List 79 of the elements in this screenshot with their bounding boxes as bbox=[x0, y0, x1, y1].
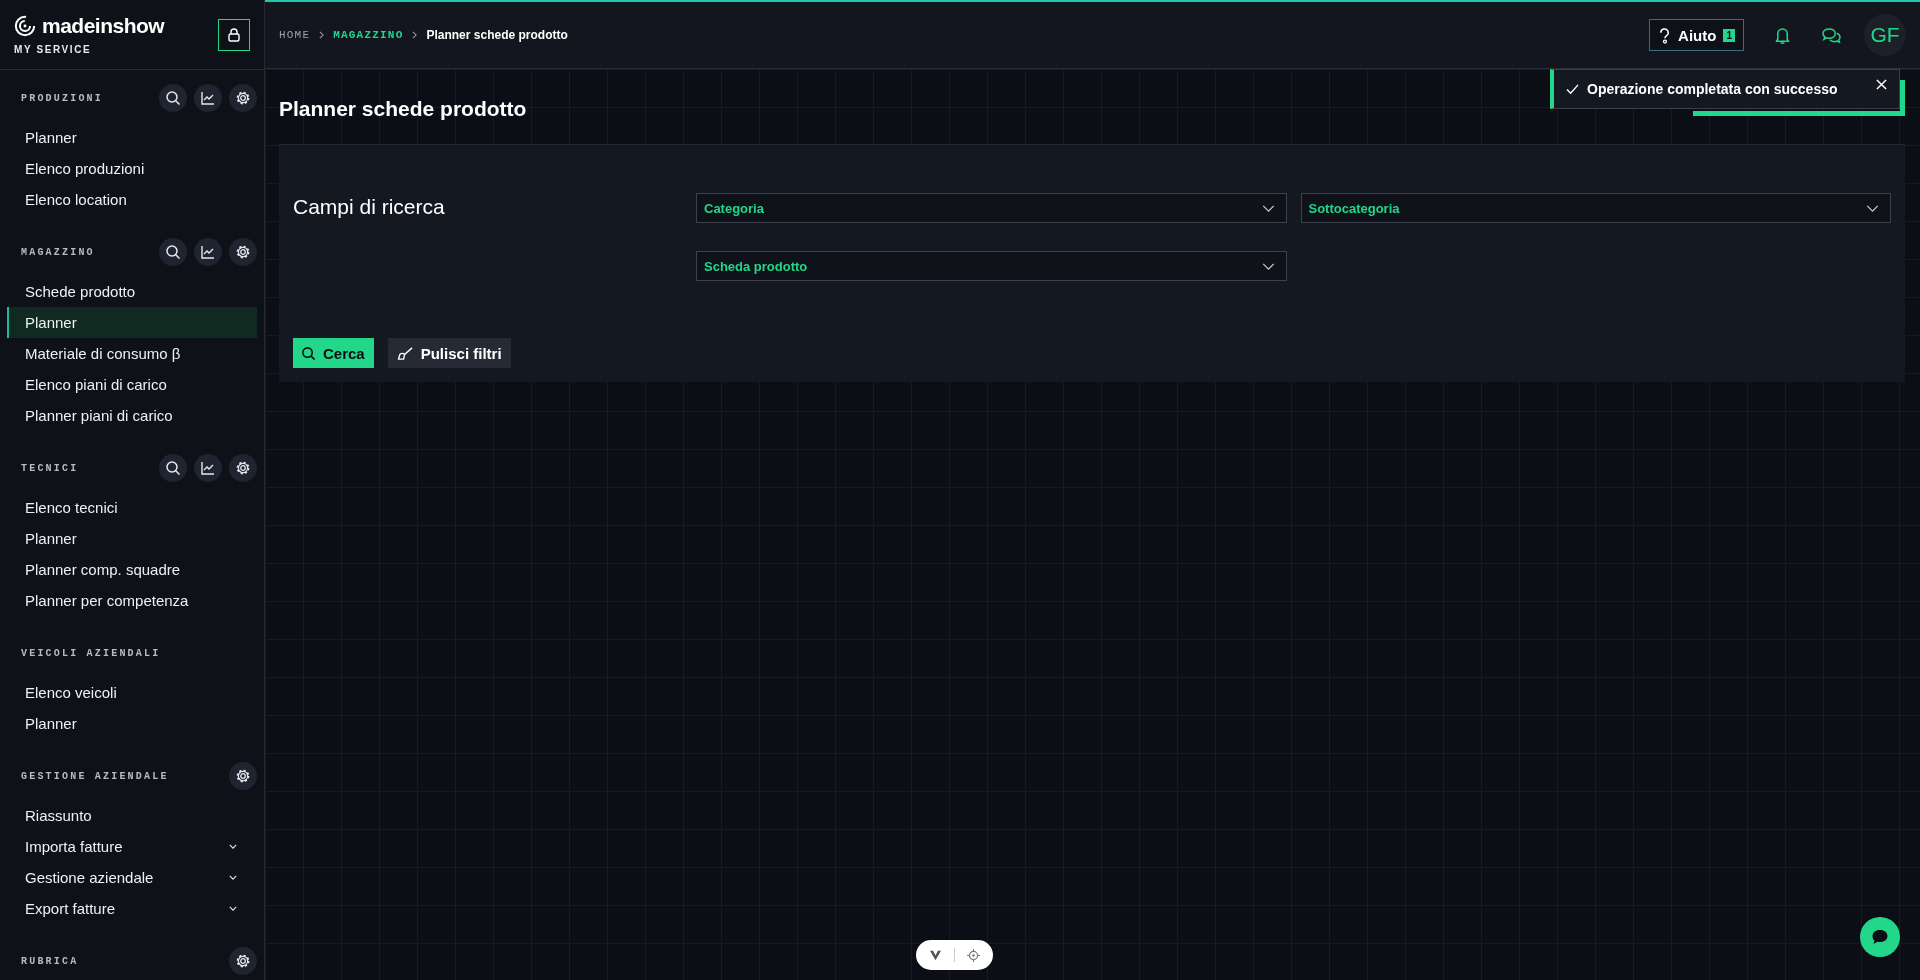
statistics-button[interactable] bbox=[194, 454, 222, 482]
section-title: MAGAZZINO bbox=[21, 246, 95, 258]
section-title: RUBRICA bbox=[21, 955, 79, 967]
settings-button[interactable] bbox=[229, 762, 257, 790]
close-icon[interactable] bbox=[1876, 79, 1887, 90]
search-icon bbox=[301, 345, 316, 361]
spiral-logo-icon bbox=[14, 15, 36, 37]
sidebar-item[interactable]: Gestione aziendale bbox=[7, 862, 257, 893]
settings-icon bbox=[235, 953, 251, 969]
settings-icon bbox=[235, 244, 251, 260]
sidebar-item[interactable]: Riassunto bbox=[7, 800, 257, 831]
dropdown-field[interactable]: Sottocategoria bbox=[1300, 193, 1891, 223]
sidebar-item[interactable]: Planner bbox=[7, 122, 257, 153]
lock-button[interactable] bbox=[218, 18, 250, 51]
chat-button[interactable] bbox=[1860, 917, 1900, 957]
brand-subtitle: MY SERVICE bbox=[14, 44, 93, 55]
statistics-button[interactable] bbox=[194, 84, 222, 112]
check-icon bbox=[1566, 83, 1579, 95]
breadcrumb-link[interactable]: HOME bbox=[279, 29, 311, 41]
section-title: TECNICI bbox=[21, 462, 79, 474]
search-icon bbox=[165, 244, 181, 260]
search-button[interactable]: Cerca bbox=[293, 338, 374, 368]
crosshair-icon[interactable] bbox=[967, 948, 980, 962]
settings-button[interactable] bbox=[229, 947, 257, 975]
settings-button[interactable] bbox=[229, 84, 257, 112]
bell-icon[interactable] bbox=[1774, 25, 1791, 45]
brush-icon bbox=[396, 345, 414, 361]
section-title: GESTIONE AZIENDALE bbox=[21, 770, 169, 782]
lock-icon bbox=[226, 26, 242, 43]
brand-name: madeinshow bbox=[42, 14, 165, 38]
statistics-button[interactable] bbox=[194, 238, 222, 266]
clear-filters-button[interactable]: Pulisci filtri bbox=[387, 338, 511, 368]
sidebar-item[interactable]: Materiale di consumo β bbox=[7, 338, 257, 369]
dropdown-field[interactable]: Categoria bbox=[696, 193, 1287, 223]
dropdown-field[interactable]: Scheda prodotto bbox=[696, 251, 1287, 281]
settings-icon bbox=[235, 460, 251, 476]
chevron-down-icon[interactable] bbox=[1261, 263, 1275, 270]
sidebar-item[interactable]: Export fatture bbox=[7, 893, 257, 924]
line-chart-icon bbox=[200, 90, 216, 106]
settings-icon bbox=[235, 90, 251, 106]
sidebar-item[interactable]: Planner bbox=[7, 523, 257, 554]
sidebar-item[interactable]: Schede prodotto bbox=[7, 276, 257, 307]
line-chart-icon bbox=[200, 460, 216, 476]
settings-button[interactable] bbox=[229, 238, 257, 266]
section-title: PRODUZIONI bbox=[21, 92, 103, 104]
section-title: VEICOLI AZIENDALI bbox=[21, 647, 161, 659]
line-chart-icon bbox=[200, 244, 216, 260]
sidebar-item[interactable]: Elenco produzioni bbox=[7, 153, 257, 184]
sidebar-item[interactable]: Elenco tecnici bbox=[7, 492, 257, 523]
settings-icon bbox=[235, 768, 251, 784]
sidebar-item[interactable]: Elenco piani di carico bbox=[7, 369, 257, 400]
chevron-down-icon[interactable] bbox=[1866, 205, 1879, 212]
user-avatar[interactable]: GF bbox=[1864, 14, 1906, 56]
sidebar-item[interactable]: Elenco location bbox=[7, 184, 257, 215]
chevron-down-icon[interactable] bbox=[1261, 205, 1275, 212]
sidebar-item[interactable]: Importa fatture bbox=[7, 831, 257, 862]
panel-title: Campi di ricerca bbox=[293, 194, 445, 220]
search-icon bbox=[165, 460, 181, 476]
sidebar-item[interactable]: Planner per competenza bbox=[7, 585, 257, 616]
v-logo-icon[interactable] bbox=[929, 949, 942, 961]
chevron-right-icon bbox=[412, 31, 418, 39]
search-button[interactable] bbox=[159, 84, 187, 112]
help-button[interactable]: Aiuto 1 bbox=[1649, 19, 1744, 51]
sidebar-item[interactable]: Planner bbox=[7, 307, 257, 338]
count-badge: 1 bbox=[1723, 28, 1735, 42]
sidebar-item[interactable]: Planner comp. squadre bbox=[7, 554, 257, 585]
toast-message: Operazione completata con successo bbox=[1587, 81, 1839, 97]
chat-bubbles-icon[interactable] bbox=[1821, 26, 1842, 44]
search-button[interactable] bbox=[159, 454, 187, 482]
page-title: Planner schede prodotto bbox=[279, 95, 527, 122]
breadcrumb-link[interactable]: MAGAZZINO bbox=[333, 29, 404, 41]
search-button[interactable] bbox=[159, 238, 187, 266]
settings-button[interactable] bbox=[229, 454, 257, 482]
question-mark-icon bbox=[1658, 26, 1672, 44]
sidebar-item[interactable]: Elenco veicoli bbox=[7, 677, 257, 708]
sidebar-item[interactable]: Planner piani di carico bbox=[7, 400, 257, 431]
chevron-right-icon bbox=[319, 31, 325, 39]
sidebar-item[interactable]: Planner bbox=[7, 708, 257, 739]
search-icon bbox=[165, 90, 181, 106]
